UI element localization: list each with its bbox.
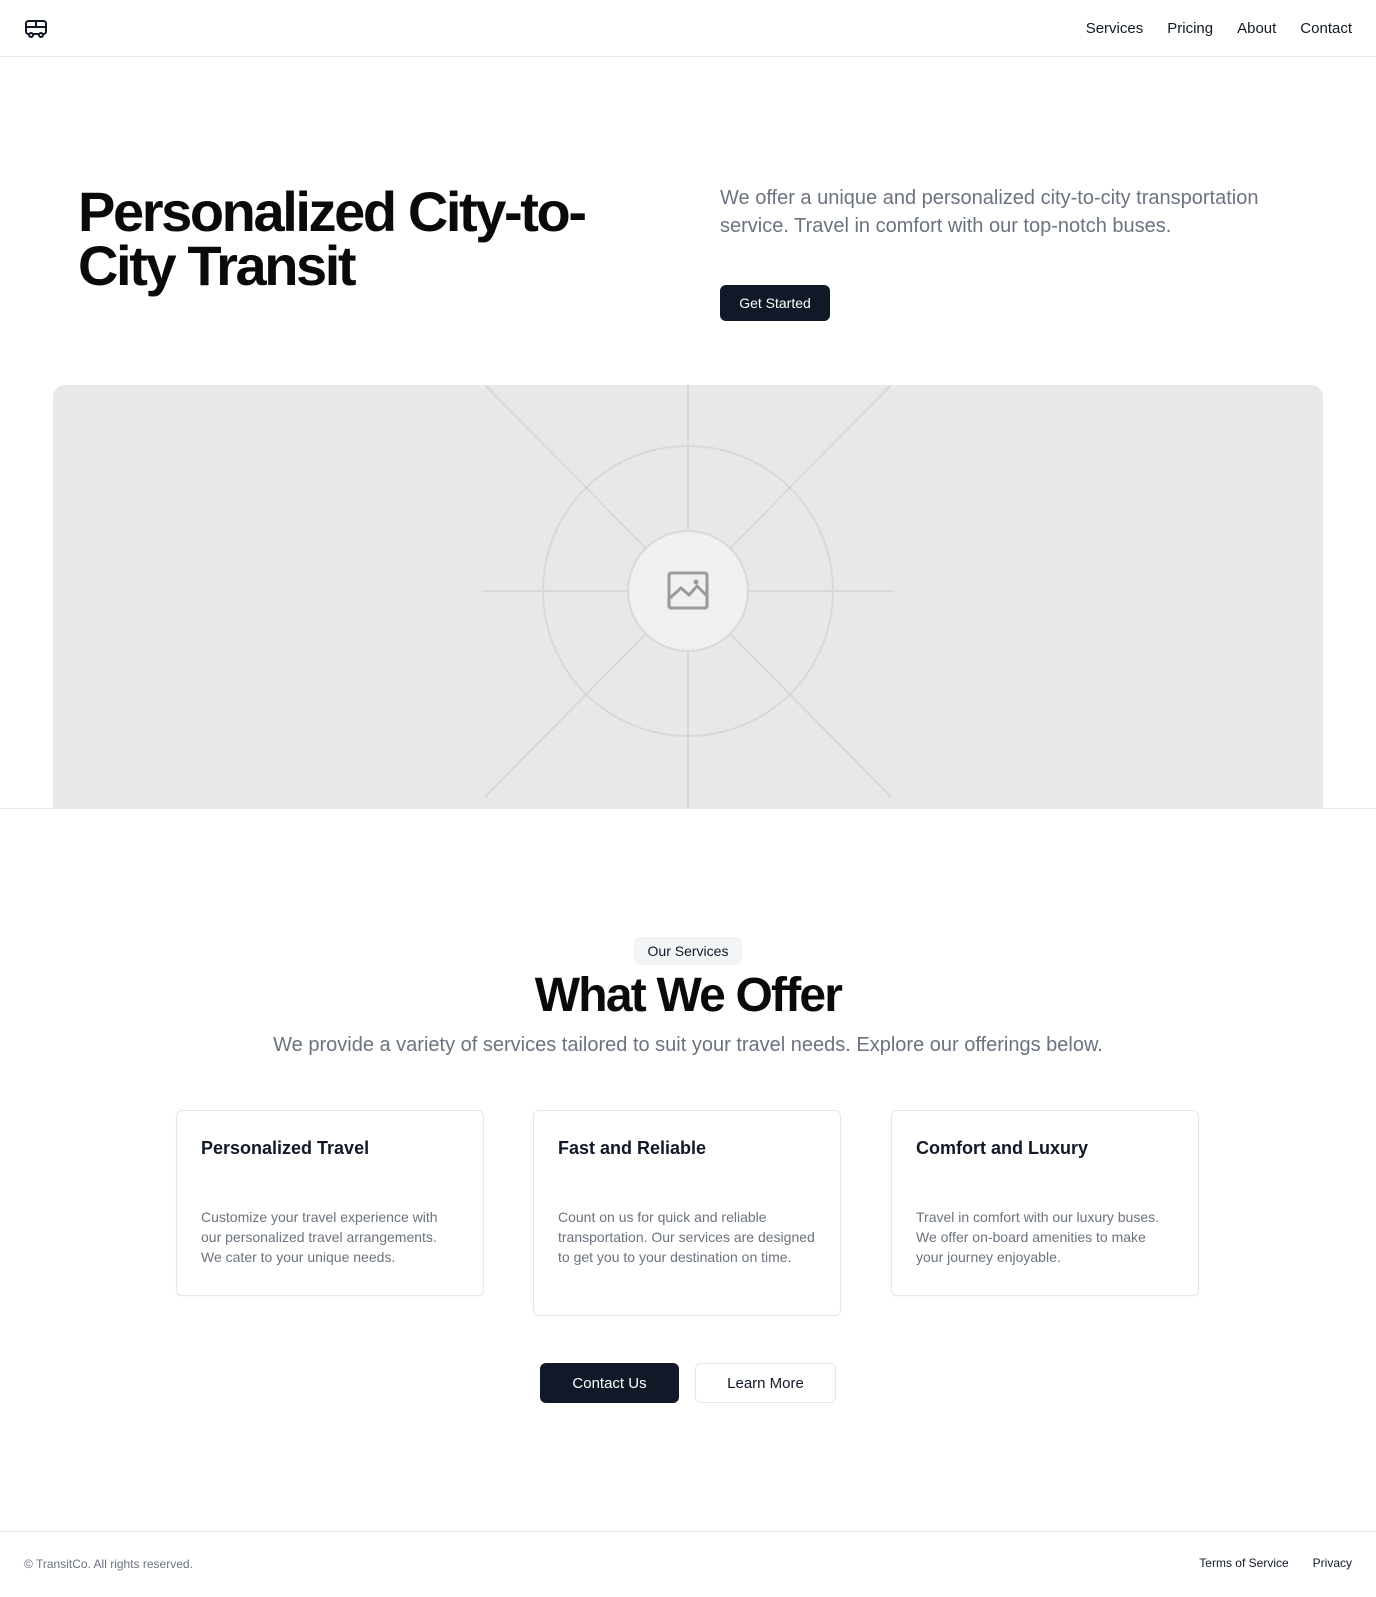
terms-of-service-link[interactable]: Terms of Service bbox=[1199, 1556, 1288, 1570]
card-text: Travel in comfort with our luxury buses.… bbox=[916, 1209, 1160, 1265]
nav-link-about[interactable]: About bbox=[1237, 20, 1276, 37]
card-text: Count on us for quick and reliable trans… bbox=[558, 1209, 815, 1265]
card-title: Comfort and Luxury bbox=[916, 1138, 1089, 1158]
get-started-button[interactable]: Get Started bbox=[720, 285, 830, 321]
contact-us-button[interactable]: Contact Us bbox=[540, 1363, 679, 1403]
hero-title: Personalized City-to-City Transit bbox=[78, 180, 587, 297]
main-nav: Services Pricing About Contact bbox=[1086, 0, 1352, 56]
footer-links: Terms of Service Privacy bbox=[1199, 1556, 1352, 1570]
hero-description: We offer a unique and personalized city-… bbox=[720, 187, 1259, 237]
card-text: Customize your travel experience with ou… bbox=[201, 1209, 438, 1265]
card-title: Personalized Travel bbox=[201, 1138, 370, 1158]
section-badge: Our Services bbox=[634, 937, 742, 965]
privacy-link[interactable]: Privacy bbox=[1313, 1556, 1352, 1570]
site-footer: © TransitCo. All rights reserved. Terms … bbox=[0, 1531, 1376, 1597]
service-card-fast-reliable: Fast and Reliable Count on us for quick … bbox=[533, 1110, 841, 1316]
service-card-personalized-travel: Personalized Travel Customize your trave… bbox=[176, 1110, 484, 1296]
hero-image-placeholder bbox=[53, 385, 1323, 808]
section-description: We provide a variety of services tailore… bbox=[273, 1034, 1103, 1056]
site-header: Services Pricing About Contact bbox=[0, 0, 1376, 57]
section-title: What We Offer bbox=[534, 969, 843, 1022]
copyright-text: © TransitCo. All rights reserved. bbox=[24, 1557, 193, 1571]
cta-row: Contact Us Learn More bbox=[0, 1363, 1376, 1403]
image-placeholder-icon bbox=[667, 571, 709, 610]
learn-more-button[interactable]: Learn More bbox=[695, 1363, 836, 1403]
nav-link-pricing[interactable]: Pricing bbox=[1167, 20, 1213, 37]
card-title: Fast and Reliable bbox=[558, 1138, 707, 1158]
nav-link-services[interactable]: Services bbox=[1086, 20, 1144, 37]
bus-icon[interactable] bbox=[24, 17, 48, 41]
service-card-comfort-luxury: Comfort and Luxury Travel in comfort wit… bbox=[891, 1110, 1199, 1296]
nav-link-contact[interactable]: Contact bbox=[1300, 20, 1352, 37]
section-divider bbox=[0, 808, 1376, 809]
